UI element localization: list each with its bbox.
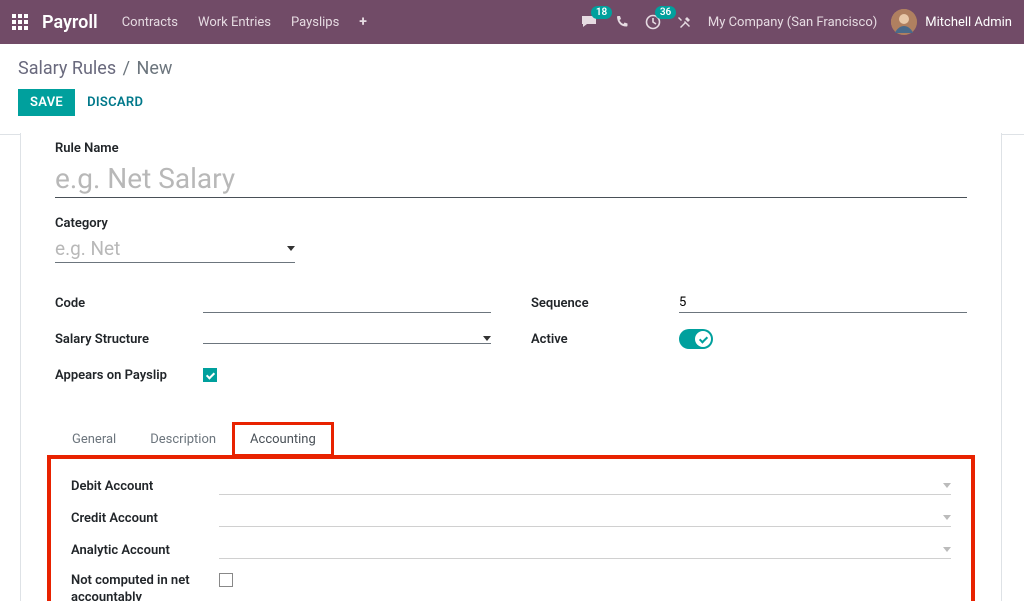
form-sheet: Rule Name Category e.g. Net Code Salary … bbox=[20, 133, 1002, 601]
control-panel: Salary Rules / New SAVE DISCARD bbox=[0, 44, 1024, 124]
chevron-down-icon bbox=[943, 515, 951, 520]
salary-structure-select[interactable] bbox=[203, 334, 491, 344]
sequence-label: Sequence bbox=[531, 296, 679, 311]
category-label: Category bbox=[55, 216, 967, 231]
tabs: General Description Accounting bbox=[55, 423, 967, 456]
activities-badge: 36 bbox=[655, 6, 676, 19]
salary-structure-label: Salary Structure bbox=[55, 332, 203, 347]
accounting-tab-panel: Debit Account Credit Account Analytic Ac… bbox=[47, 455, 975, 601]
active-label: Active bbox=[531, 332, 679, 347]
form-scroll-area[interactable]: Rule Name Category e.g. Net Code Salary … bbox=[0, 133, 1024, 601]
nav-link-contracts[interactable]: Contracts bbox=[122, 15, 178, 30]
not-computed-label: Not computed in net accountably bbox=[71, 573, 219, 601]
code-label: Code bbox=[55, 296, 203, 311]
chevron-down-icon bbox=[287, 246, 295, 251]
nav-link-work-entries[interactable]: Work Entries bbox=[198, 15, 271, 30]
code-input[interactable] bbox=[203, 293, 491, 313]
tools-icon[interactable] bbox=[677, 15, 692, 30]
save-button[interactable]: SAVE bbox=[18, 89, 75, 116]
sequence-input[interactable] bbox=[679, 293, 967, 313]
breadcrumb-current: New bbox=[137, 58, 173, 79]
appears-on-payslip-checkbox[interactable] bbox=[203, 368, 217, 382]
rule-name-input[interactable] bbox=[55, 160, 967, 198]
rule-name-label: Rule Name bbox=[55, 141, 967, 156]
category-placeholder: e.g. Net bbox=[55, 237, 120, 260]
category-select[interactable]: e.g. Net bbox=[55, 235, 295, 263]
company-selector[interactable]: My Company (San Francisco) bbox=[708, 15, 877, 30]
credit-account-label: Credit Account bbox=[71, 511, 219, 526]
chevron-down-icon bbox=[943, 547, 951, 552]
check-icon bbox=[699, 335, 707, 343]
debit-account-label: Debit Account bbox=[71, 479, 219, 494]
discard-button[interactable]: DISCARD bbox=[87, 95, 143, 110]
nav-link-payslips[interactable]: Payslips bbox=[291, 15, 339, 30]
tab-description[interactable]: Description bbox=[133, 423, 233, 455]
top-navbar: Payroll Contracts Work Entries Payslips … bbox=[0, 0, 1024, 44]
chevron-down-icon bbox=[943, 483, 951, 488]
chevron-down-icon bbox=[483, 336, 491, 341]
tab-general[interactable]: General bbox=[55, 423, 133, 455]
debit-account-select[interactable] bbox=[219, 477, 951, 495]
breadcrumb-parent[interactable]: Salary Rules bbox=[18, 58, 116, 79]
user-menu[interactable]: Mitchell Admin bbox=[925, 15, 1012, 30]
avatar[interactable] bbox=[891, 9, 917, 35]
breadcrumb: Salary Rules / New bbox=[18, 58, 1006, 79]
appears-on-payslip-label: Appears on Payslip bbox=[55, 368, 203, 383]
messages-badge: 18 bbox=[591, 6, 612, 19]
nav-new-icon[interactable]: + bbox=[359, 14, 367, 30]
active-toggle[interactable] bbox=[679, 329, 713, 349]
analytic-account-label: Analytic Account bbox=[71, 543, 219, 558]
tab-accounting[interactable]: Accounting bbox=[233, 423, 333, 456]
credit-account-select[interactable] bbox=[219, 509, 951, 527]
activities-icon[interactable]: 36 bbox=[645, 14, 661, 30]
not-computed-checkbox[interactable] bbox=[219, 573, 233, 587]
apps-icon[interactable] bbox=[12, 14, 28, 30]
phone-icon[interactable] bbox=[615, 15, 629, 29]
analytic-account-select[interactable] bbox=[219, 541, 951, 559]
messages-icon[interactable]: 18 bbox=[581, 14, 599, 30]
app-brand[interactable]: Payroll bbox=[42, 12, 98, 33]
